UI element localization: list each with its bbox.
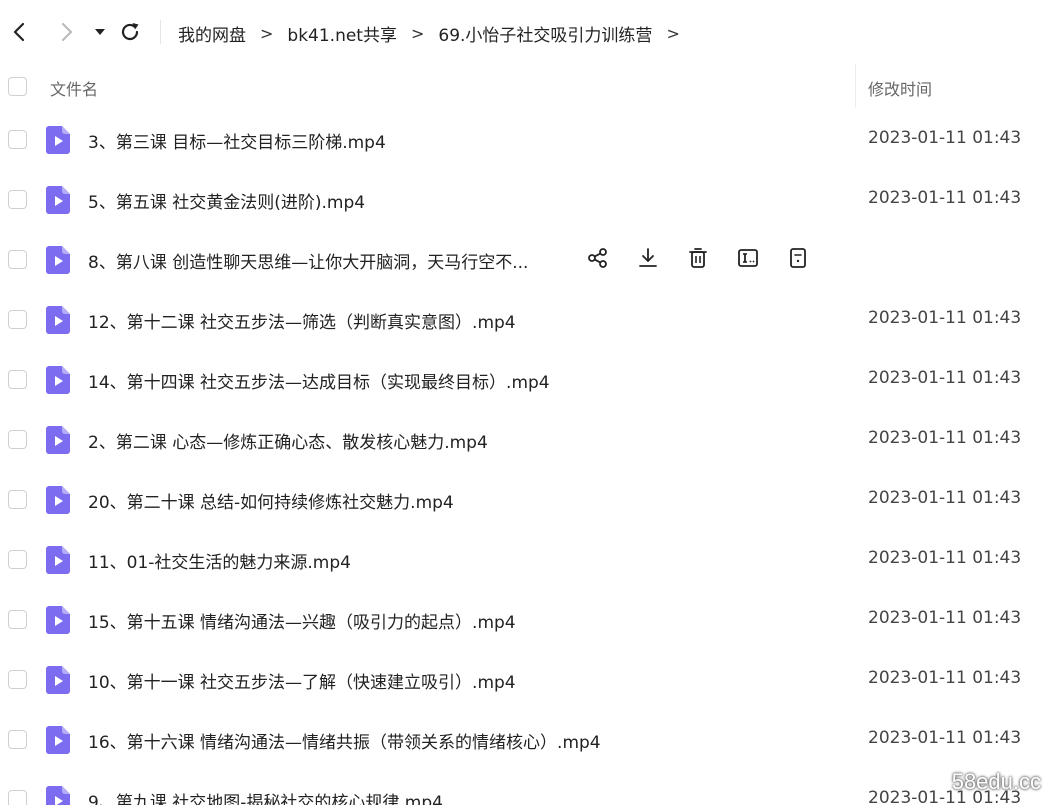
- file-modified-time: 2023-01-11 01:43: [868, 488, 1022, 508]
- rename-icon: [737, 247, 759, 273]
- file-row[interactable]: 8、第八课 创造性聊天思维—让你大开脑洞，天马行空不...: [0, 230, 1055, 290]
- file-row[interactable]: 10、第十一课 社交五步法—了解（快速建立吸引）.mp4 2023-01-11 0…: [0, 650, 1055, 710]
- file-name[interactable]: 9、第九课 社交地图-揭秘社交的核心规律.mp4: [88, 788, 443, 805]
- file-name[interactable]: 15、第十五课 情绪沟通法—兴趣（吸引力的起点）.mp4: [88, 608, 516, 633]
- breadcrumb-item-current[interactable]: 69.小怡子社交吸引力训练营: [438, 21, 652, 46]
- file-name[interactable]: 12、第十二课 社交五步法—筛选（判断真实意图）.mp4: [88, 308, 516, 333]
- forward-button[interactable]: [52, 18, 80, 46]
- file-row[interactable]: 9、第九课 社交地图-揭秘社交的核心规律.mp4 2023-01-11 01:43: [0, 770, 1055, 805]
- row-checkbox[interactable]: [8, 550, 27, 569]
- file-row[interactable]: 12、第十二课 社交五步法—筛选（判断真实意图）.mp4 2023-01-11 0…: [0, 290, 1055, 350]
- file-name[interactable]: 5、第五课 社交黄金法则(进阶).mp4: [88, 188, 365, 213]
- breadcrumb: 我的网盘 > bk41.net共享 > 69.小怡子社交吸引力训练营 >: [178, 20, 694, 46]
- file-row[interactable]: 5、第五课 社交黄金法则(进阶).mp4 2023-01-11 01:43: [0, 170, 1055, 230]
- file-modified-time: 2023-01-11 01:43: [868, 308, 1022, 328]
- video-file-icon: [46, 606, 70, 634]
- video-file-icon: [46, 126, 70, 154]
- video-file-icon: [46, 186, 70, 214]
- breadcrumb-item-root[interactable]: 我的网盘: [178, 21, 246, 46]
- file-row[interactable]: 2、第二课 心态—修炼正确心态、散发核心魅力.mp4 2023-01-11 01:…: [0, 410, 1055, 470]
- file-modified-time: 2023-01-11 01:43: [868, 548, 1022, 568]
- video-file-icon: [46, 666, 70, 694]
- row-checkbox[interactable]: [8, 670, 27, 689]
- file-name[interactable]: 16、第十六课 情绪沟通法—情绪共振（带领关系的情绪核心）.mp4: [88, 728, 601, 753]
- file-row[interactable]: 11、01-社交生活的魅力来源.mp4 2023-01-11 01:43: [0, 530, 1055, 590]
- file-modified-time: 2023-01-11 01:43: [868, 728, 1022, 748]
- file-row[interactable]: 14、第十四课 社交五步法—达成目标（实现最终目标）.mp4 2023-01-11…: [0, 350, 1055, 410]
- row-checkbox[interactable]: [8, 370, 27, 389]
- refresh-icon: [121, 23, 139, 41]
- rename-button[interactable]: [734, 246, 762, 274]
- file-modified-time: 2023-01-11 01:43: [868, 668, 1022, 688]
- row-checkbox[interactable]: [8, 190, 27, 209]
- breadcrumb-item-share[interactable]: bk41.net共享: [287, 21, 397, 46]
- column-header-modified-time[interactable]: 修改时间: [868, 76, 932, 100]
- file-browser: 我的网盘 > bk41.net共享 > 69.小怡子社交吸引力训练营 > 文件名…: [0, 0, 1055, 805]
- breadcrumb-separator: >: [410, 23, 425, 43]
- file-name[interactable]: 2、第二课 心态—修炼正确心态、散发核心魅力.mp4: [88, 428, 488, 453]
- video-file-icon: [46, 486, 70, 514]
- file-row[interactable]: 3、第三课 目标—社交目标三阶梯.mp4 2023-01-11 01:43: [0, 110, 1055, 170]
- share-button[interactable]: [584, 246, 612, 274]
- video-file-icon: [46, 306, 70, 334]
- file-row[interactable]: 20、第二十课 总结-如何持续修炼社交魅力.mp4 2023-01-11 01:4…: [0, 470, 1055, 530]
- download-button[interactable]: [634, 246, 662, 274]
- file-name[interactable]: 11、01-社交生活的魅力来源.mp4: [88, 548, 351, 573]
- file-name[interactable]: 14、第十四课 社交五步法—达成目标（实现最终目标）.mp4: [88, 368, 550, 393]
- file-name[interactable]: 8、第八课 创造性聊天思维—让你大开脑洞，天马行空不...: [88, 248, 528, 273]
- watermark-text: 58edu.cc: [951, 769, 1041, 794]
- share-icon: [587, 247, 609, 273]
- select-all-checkbox[interactable]: [8, 77, 27, 96]
- chevron-right-icon: [61, 22, 73, 42]
- more-icon: [787, 247, 809, 273]
- file-row[interactable]: 16、第十六课 情绪沟通法—情绪共振（带领关系的情绪核心）.mp4 2023-01…: [0, 710, 1055, 770]
- back-button[interactable]: [6, 18, 34, 46]
- row-checkbox[interactable]: [8, 490, 27, 509]
- file-modified-time: 2023-01-11 01:43: [868, 368, 1022, 388]
- row-checkbox[interactable]: [8, 430, 27, 449]
- file-row[interactable]: 15、第十五课 情绪沟通法—兴趣（吸引力的起点）.mp4 2023-01-11 0…: [0, 590, 1055, 650]
- video-file-icon: [46, 366, 70, 394]
- nav-divider: [160, 20, 161, 44]
- row-checkbox[interactable]: [8, 310, 27, 329]
- delete-icon: [687, 247, 709, 273]
- row-checkbox[interactable]: [8, 730, 27, 749]
- file-name[interactable]: 20、第二十课 总结-如何持续修炼社交魅力.mp4: [88, 488, 454, 513]
- refresh-button[interactable]: [116, 18, 144, 46]
- video-file-icon: [46, 246, 70, 274]
- top-nav-bar: 我的网盘 > bk41.net共享 > 69.小怡子社交吸引力训练营 >: [0, 0, 1055, 64]
- row-checkbox[interactable]: [8, 790, 27, 805]
- file-modified-time: 2023-01-11 01:43: [868, 128, 1022, 148]
- file-name[interactable]: 3、第三课 目标—社交目标三阶梯.mp4: [88, 128, 386, 153]
- column-header-name[interactable]: 文件名: [50, 76, 98, 100]
- breadcrumb-separator: >: [260, 23, 274, 43]
- row-checkbox[interactable]: [8, 610, 27, 629]
- row-checkbox[interactable]: [8, 250, 27, 269]
- download-icon: [637, 247, 659, 273]
- file-name[interactable]: 10、第十一课 社交五步法—了解（快速建立吸引）.mp4: [88, 668, 516, 693]
- breadcrumb-separator: >: [666, 23, 680, 43]
- more-button[interactable]: [784, 246, 812, 274]
- history-dropdown-button[interactable]: [86, 18, 114, 46]
- row-actions: [584, 246, 834, 274]
- file-modified-time: 2023-01-11 01:43: [868, 188, 1022, 208]
- column-divider[interactable]: [855, 64, 856, 108]
- video-file-icon: [46, 726, 70, 754]
- video-file-icon: [46, 786, 70, 805]
- video-file-icon: [46, 546, 70, 574]
- row-checkbox[interactable]: [8, 130, 27, 149]
- delete-button[interactable]: [684, 246, 712, 274]
- video-file-icon: [46, 426, 70, 454]
- caret-down-icon: [95, 29, 105, 35]
- list-header: 文件名 修改时间: [0, 64, 1055, 110]
- file-modified-time: 2023-01-11 01:43: [868, 608, 1022, 628]
- file-modified-time: 2023-01-11 01:43: [868, 428, 1022, 448]
- chevron-left-icon: [13, 22, 25, 42]
